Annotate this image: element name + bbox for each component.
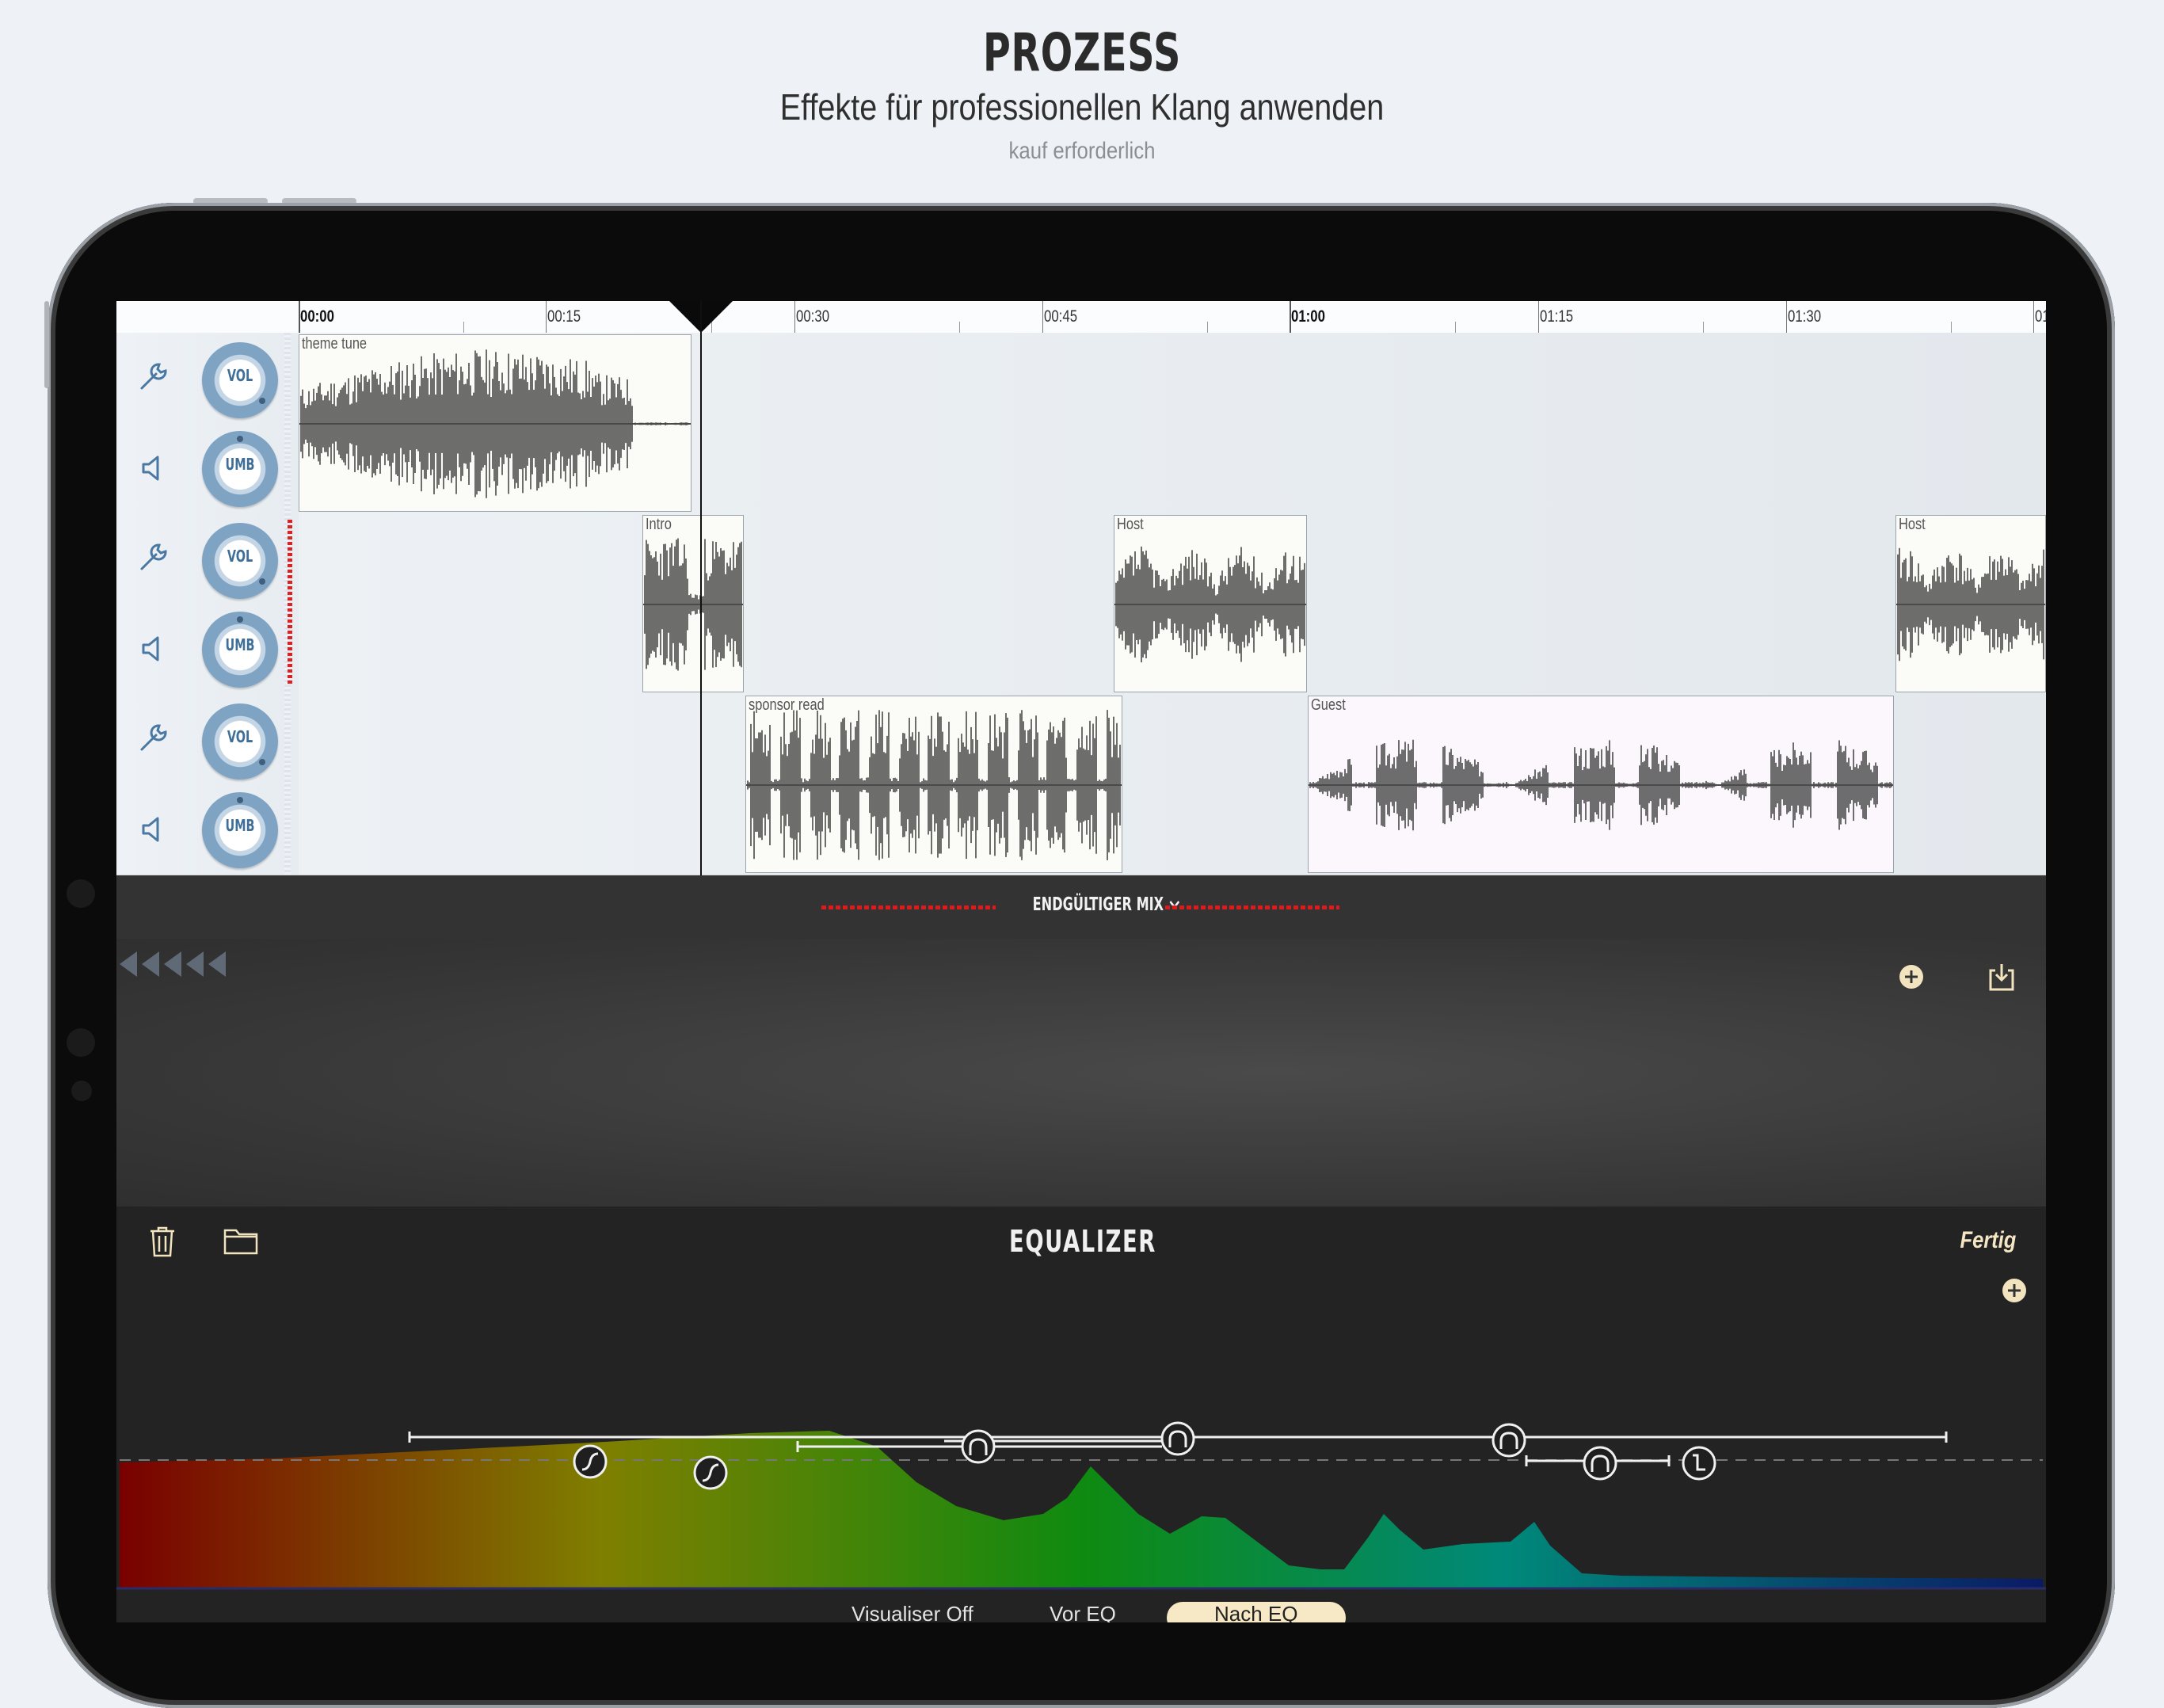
page-title: PROZESS bbox=[982, 22, 1182, 83]
export-icon[interactable] bbox=[1984, 959, 2019, 994]
waveform bbox=[1114, 546, 1306, 663]
audio-clip[interactable]: Guest bbox=[1308, 696, 1894, 873]
wrench-icon[interactable] bbox=[135, 358, 172, 395]
eq-node-peak[interactable] bbox=[1492, 1423, 1526, 1458]
track-controls: VOL UMB bbox=[116, 694, 299, 875]
tick-label: 00:15 bbox=[547, 307, 581, 326]
eq-graph[interactable] bbox=[116, 1276, 2046, 1622]
playhead-line bbox=[700, 301, 702, 875]
eq-node-peak[interactable] bbox=[1160, 1421, 1195, 1456]
device-side-button bbox=[44, 301, 49, 388]
chevron-left-icon bbox=[164, 951, 181, 977]
tick-label: 01:15 bbox=[1540, 307, 1574, 326]
speaker-icon[interactable] bbox=[135, 450, 172, 486]
tick-label: 01 bbox=[2035, 307, 2046, 326]
audio-clip[interactable]: sponsor read bbox=[745, 696, 1122, 873]
waveform bbox=[1896, 547, 2045, 661]
chevron-left-icon bbox=[186, 951, 204, 977]
mix-meter-left bbox=[821, 905, 996, 909]
mix-label: ENDGÜLTIGER MIX bbox=[1032, 894, 1164, 915]
track-lane: VOL UMB theme tune bbox=[116, 333, 2046, 514]
audio-clip[interactable]: theme tune bbox=[299, 334, 691, 512]
app-screen: 00:00 00:15 00:30 00:45 01:00 01:15 01:3… bbox=[116, 301, 2046, 1622]
eq-node-lowshelf[interactable] bbox=[693, 1455, 728, 1490]
chevron-left-icon bbox=[120, 951, 137, 977]
device-dot bbox=[71, 1081, 92, 1101]
audio-clip[interactable]: Host bbox=[1114, 515, 1307, 692]
chevron-left-icon bbox=[142, 951, 159, 977]
volume-knob-label: VOL bbox=[227, 727, 253, 746]
done-button[interactable]: Fertig bbox=[1960, 1227, 2016, 1254]
track-lane: VOL UMB Intro Host Host bbox=[116, 513, 2046, 695]
pan-knob[interactable]: UMB bbox=[202, 792, 278, 868]
speaker-icon[interactable] bbox=[135, 811, 172, 848]
audio-clip[interactable]: Intro bbox=[642, 515, 744, 692]
plus-icon[interactable] bbox=[1897, 963, 1926, 991]
eq-node-lowshelf[interactable] bbox=[573, 1444, 608, 1479]
audio-clip[interactable]: Host bbox=[1895, 515, 2046, 692]
volume-knob-label: VOL bbox=[227, 547, 253, 566]
mix-meter-right bbox=[1165, 905, 1339, 909]
pan-knob-label: UMB bbox=[225, 635, 255, 654]
volume-knob[interactable]: VOL bbox=[202, 523, 278, 599]
effects-area bbox=[116, 939, 2046, 1207]
device-dot bbox=[67, 1028, 95, 1057]
track-controls: VOL UMB bbox=[116, 513, 299, 694]
level-meter bbox=[288, 520, 292, 686]
equalizer-title: EQUALIZER bbox=[1009, 1224, 1156, 1259]
eq-node-highshelf[interactable] bbox=[1682, 1446, 1716, 1481]
volume-knob-label: VOL bbox=[227, 366, 253, 385]
equalizer-header: EQUALIZER Fertig bbox=[116, 1207, 2046, 1278]
page-subtitle: Effekte für professionellen Klang anwend… bbox=[779, 86, 1385, 128]
spectrum-visualiser bbox=[120, 1431, 2043, 1589]
waveform bbox=[1309, 739, 1893, 831]
track-controls: VOL UMB bbox=[116, 333, 299, 513]
track-lane: VOL UMB sponsor read Guest bbox=[116, 694, 2046, 875]
eq-node-peak[interactable] bbox=[1583, 1446, 1617, 1481]
tab-visualiser-off[interactable]: Visualiser Off bbox=[852, 1602, 973, 1622]
tick-label: 00:00 bbox=[300, 307, 334, 326]
volume-knob[interactable]: VOL bbox=[202, 342, 278, 418]
tab-post-eq[interactable]: Nach EQ bbox=[1167, 1602, 1346, 1622]
purchase-note: kauf erforderlich bbox=[1008, 138, 1156, 164]
waveform bbox=[299, 349, 691, 498]
pan-knob-label: UMB bbox=[225, 455, 255, 474]
pan-knob-label: UMB bbox=[225, 816, 255, 835]
folder-icon[interactable] bbox=[223, 1226, 259, 1256]
tick-label: 00:30 bbox=[796, 307, 830, 326]
tab-pre-eq[interactable]: Vor EQ bbox=[1050, 1602, 1116, 1622]
add-band-icon[interactable] bbox=[2002, 1279, 2026, 1302]
final-mix-toggle[interactable]: ENDGÜLTIGER MIX bbox=[1027, 894, 1187, 915]
device-dot bbox=[67, 879, 95, 908]
waveform bbox=[746, 710, 1122, 860]
eq-node-peak[interactable] bbox=[961, 1429, 996, 1464]
timeline-ruler[interactable]: 00:00 00:15 00:30 00:45 01:00 01:15 01:3… bbox=[116, 301, 2046, 334]
pan-knob[interactable]: UMB bbox=[202, 431, 278, 507]
wrench-icon[interactable] bbox=[135, 539, 172, 575]
trash-icon[interactable] bbox=[147, 1224, 178, 1259]
final-mix-bar: ENDGÜLTIGER MIX bbox=[116, 875, 2046, 939]
tick-label: 00:45 bbox=[1044, 307, 1078, 326]
speaker-icon[interactable] bbox=[135, 631, 172, 667]
wrench-icon[interactable] bbox=[135, 719, 172, 756]
tick-label: 01:00 bbox=[1291, 307, 1325, 326]
tick-label: 01:30 bbox=[1788, 307, 1822, 326]
chevron-left-icon bbox=[208, 951, 226, 977]
equalizer-panel[interactable] bbox=[116, 1276, 2046, 1622]
volume-knob[interactable]: VOL bbox=[202, 703, 278, 780]
waveform bbox=[643, 538, 743, 671]
pan-knob[interactable]: UMB bbox=[202, 612, 278, 688]
